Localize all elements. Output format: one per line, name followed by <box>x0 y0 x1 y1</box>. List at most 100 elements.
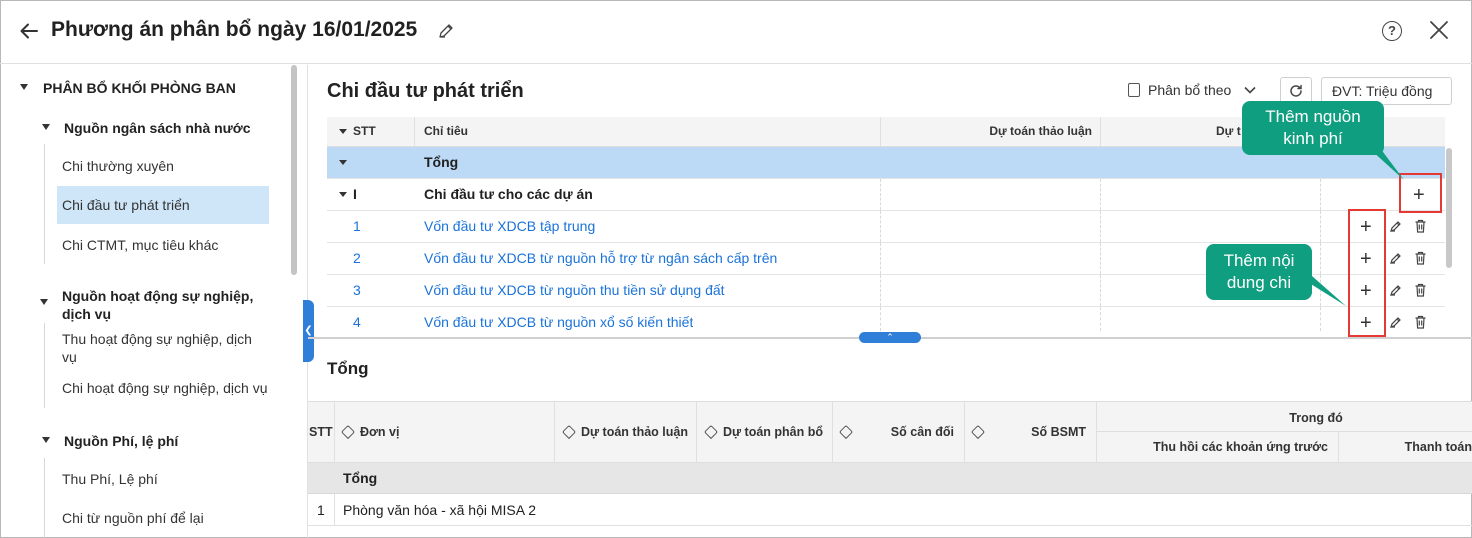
row-stt: I <box>353 186 357 202</box>
row-label: Chi đầu tư cho các dự án <box>424 186 593 202</box>
collapse-caret-icon[interactable] <box>339 192 347 197</box>
allocate-by-dropdown[interactable]: Phân bổ theo <box>1128 82 1231 98</box>
expand-all-icon[interactable] <box>339 129 347 134</box>
col-allocation: Dự t <box>1216 124 1241 138</box>
collapse-caret-icon[interactable] <box>42 124 50 130</box>
sidebar-item-development-investment[interactable]: Chi đầu tư phát triển <box>62 196 190 214</box>
col-divider <box>880 211 881 242</box>
total-label: Tổng <box>343 470 378 486</box>
sidebar-group-service[interactable]: Nguồn hoạt động sự nghiệp, dịch vụ <box>62 287 253 323</box>
col-divider <box>1320 307 1321 331</box>
pin-icon[interactable] <box>340 424 356 440</box>
page-header: Phương án phân bổ ngày 16/01/2025 ? <box>0 0 1472 64</box>
tree-line <box>44 323 45 408</box>
sidebar-item-target-programs[interactable]: Chi CTMT, mục tiêu khác <box>62 236 218 254</box>
trash-icon[interactable] <box>1414 251 1427 265</box>
trash-icon[interactable] <box>1414 219 1427 233</box>
row-unit: Phòng văn hóa - xã hội MISA 2 <box>343 502 537 518</box>
table-row[interactable]: 1 Vốn đầu tư XDCB tập trung + <box>327 211 1445 243</box>
col-unit[interactable]: Đơn vị <box>340 424 400 440</box>
pin-icon[interactable] <box>703 424 719 440</box>
callout-text: Thêm nguồn <box>1265 107 1361 126</box>
sidebar-item-label: vụ <box>62 349 77 365</box>
collapse-caret-icon[interactable] <box>40 299 48 305</box>
edit-icon[interactable] <box>1389 251 1403 265</box>
col-balance: Số cân đối <box>890 425 954 439</box>
pin-icon[interactable] <box>970 424 990 440</box>
row-stt: 4 <box>353 314 361 330</box>
sidebar-item-label: Thu hoạt động sự nghiệp, dịch <box>62 331 252 347</box>
back-arrow-icon[interactable] <box>18 20 40 42</box>
col-recovery: Thu hồi các khoản ứng trước <box>1153 440 1328 454</box>
col-divider <box>880 179 881 210</box>
sidebar-item-fee-revenue[interactable]: Thu Phí, Lệ phí <box>62 470 158 488</box>
table-row-group[interactable]: I Chi đầu tư cho các dự án + <box>327 179 1445 211</box>
bottom-panel-title: Tổng <box>327 359 369 378</box>
pin-icon[interactable] <box>838 424 858 440</box>
row-stt: 1 <box>353 218 361 234</box>
row-label[interactable]: Vốn đầu tư XDCB từ nguồn thu tiền sử dụn… <box>424 275 725 306</box>
row-label[interactable]: Vốn đầu tư XDCB từ nguồn hỗ trợ từ ngân … <box>424 243 777 274</box>
callout-text: kinh phí <box>1283 129 1343 148</box>
col-divider <box>1320 243 1321 274</box>
sidebar-section-title: PHÂN BỔ KHỐI PHÒNG BAN <box>43 80 236 96</box>
col-stt: STT <box>309 425 333 439</box>
sidebar-item-service-spending[interactable]: Chi hoạt động sự nghiệp, dịch vụ <box>62 379 268 397</box>
table-scrollbar[interactable] <box>1446 148 1452 268</box>
col-divider <box>696 401 697 463</box>
pin-glyph <box>838 424 854 440</box>
row-label[interactable]: Vốn đầu tư XDCB từ nguồn xổ số kiến thiế… <box>424 307 693 331</box>
help-icon[interactable]: ? <box>1382 21 1402 41</box>
edit-icon[interactable] <box>1389 315 1403 329</box>
sidebar-item-regular-spending[interactable]: Chi thường xuyên <box>62 157 174 175</box>
callout-add-content: Thêm nội dung chi <box>1206 244 1312 300</box>
col-discussion[interactable]: Dự toán thảo luận <box>561 424 688 440</box>
sidebar-item-fee-spending[interactable]: Chi từ nguồn phí để lại <box>62 509 204 527</box>
row-stt: 1 <box>317 502 325 518</box>
col-divider <box>334 401 335 463</box>
collapse-caret-icon[interactable] <box>42 437 50 443</box>
sidebar-group-budget[interactable]: Nguồn ngân sách nhà nước <box>64 119 251 137</box>
chevron-down-icon[interactable] <box>1244 84 1256 98</box>
trash-icon[interactable] <box>1414 315 1427 329</box>
col-divider <box>334 494 335 525</box>
col-discussion-label: Dự toán thảo luận <box>581 425 688 439</box>
table-row[interactable]: 4 Vốn đầu tư XDCB từ nguồn xổ số kiến th… <box>327 307 1445 333</box>
pin-icon[interactable] <box>561 424 577 440</box>
col-unit-label: Đơn vị <box>360 425 400 439</box>
col-of-which: Trong đó <box>1289 411 1343 425</box>
sidebar-scrollbar[interactable] <box>291 65 297 275</box>
callout-add-source: Thêm nguồn kinh phí <box>1242 101 1384 155</box>
col-discussion: Dự toán thảo luận <box>989 124 1092 138</box>
sidebar: PHÂN BỔ KHỐI PHÒNG BAN Nguồn ngân sách n… <box>0 65 308 538</box>
col-divider <box>880 307 881 331</box>
table-row-total[interactable]: Tổng <box>308 463 1472 494</box>
close-icon[interactable] <box>1428 19 1450 41</box>
edit-icon[interactable] <box>1389 219 1403 233</box>
edit-title-icon[interactable] <box>437 22 455 40</box>
callout-text: Thêm nội <box>1223 251 1295 270</box>
row-label[interactable]: Vốn đầu tư XDCB tập trung <box>424 211 595 242</box>
collapse-sidebar-button[interactable]: ❮ <box>303 300 314 362</box>
col-payment: Thanh toán <box>1404 440 1472 454</box>
sidebar-item-service-revenue[interactable]: Thu hoạt động sự nghiệp, dịch vụ <box>62 330 252 366</box>
col-divider <box>1100 211 1101 242</box>
col-divider <box>414 117 415 146</box>
col-divider <box>880 243 881 274</box>
col-divider <box>1100 275 1101 306</box>
col-divider <box>964 401 965 463</box>
sidebar-group-service-line2: dịch vụ <box>62 306 112 322</box>
sidebar-group-service-line1: Nguồn hoạt động sự nghiệp, <box>62 288 254 304</box>
table-row[interactable]: 1 Phòng văn hóa - xã hội MISA 2 <box>308 494 1472 526</box>
pin-glyph <box>970 424 986 440</box>
chevron-up-icon[interactable]: ⌃ <box>859 332 921 343</box>
edit-icon[interactable] <box>1389 283 1403 297</box>
collapse-caret-icon[interactable] <box>339 160 347 165</box>
col-allocation[interactable]: Dự toán phân bổ <box>703 424 823 440</box>
col-divider <box>1100 179 1101 210</box>
header-divider <box>1096 431 1472 432</box>
trash-icon[interactable] <box>1414 283 1427 297</box>
total-label: Tổng <box>424 154 459 170</box>
collapse-caret-icon[interactable] <box>20 84 28 90</box>
sidebar-group-fees[interactable]: Nguồn Phí, lệ phí <box>64 432 178 450</box>
